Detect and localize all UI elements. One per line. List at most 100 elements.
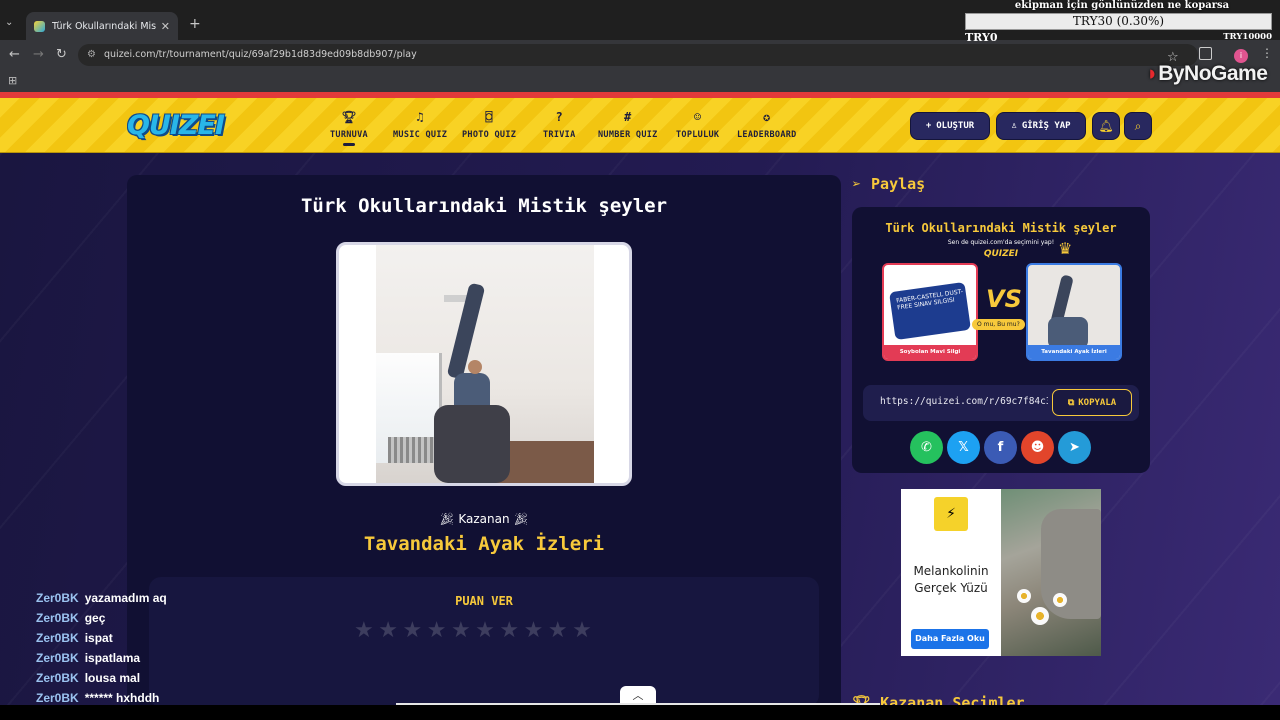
rating-stars: ★ ★ ★ ★ ★ ★ ★ ★ ★ ★	[354, 620, 592, 642]
eraser-image: FABER-CASTELL DUST-FREE SINAV SILGISI	[889, 281, 971, 341]
url-bar[interactable]: ⚙ quizei.com/tr/tournament/quiz/69af29b1…	[78, 44, 1198, 66]
nav-photo-quiz[interactable]: ⌼ PHOTO QUIZ	[462, 108, 516, 140]
back-icon[interactable]: ←	[9, 48, 20, 62]
winner-label-row: 🎉︎ Kazanan 🎉︎	[127, 512, 841, 526]
quiz-title: Türk Okullarındaki Mistik şeyler	[300, 195, 668, 217]
reddit-icon: ☻	[1030, 440, 1045, 455]
bynogame-mark-icon: ◗	[1146, 62, 1159, 85]
chat-message: ****** hxhddh	[84, 691, 160, 705]
share-heading: ➢ Paylaş	[852, 175, 925, 193]
nav-leaderboard[interactable]: ✪ LEADERBOARD	[737, 108, 797, 140]
chevron-up-icon: ︿	[632, 689, 644, 702]
star-icon[interactable]: ★	[427, 620, 447, 642]
party-icon: 🎉︎	[439, 512, 455, 526]
winner-name: Tavandaki Ayak İzleri	[363, 533, 605, 555]
preview-left-choice: FABER-CASTELL DUST-FREE SINAV SILGISI So…	[882, 263, 978, 361]
copy-button-label: KOPYALA	[1078, 397, 1117, 408]
chat-line: Zer0BK lousa mal	[36, 671, 236, 691]
person-head	[468, 360, 482, 374]
create-button[interactable]: + OLUŞTUR	[910, 112, 990, 140]
nav-active-indicator	[342, 143, 355, 146]
whatsapp-share-button[interactable]: ✆	[910, 431, 943, 464]
ad-image	[1001, 489, 1101, 656]
star-icon[interactable]: ★	[354, 620, 374, 642]
chat-line: Zer0BK geç	[36, 611, 236, 631]
daisy	[1017, 589, 1031, 603]
browser-menu-icon[interactable]: ⋮	[1261, 47, 1273, 59]
star-icon[interactable]: ★	[499, 620, 519, 642]
facebook-share-button[interactable]: f	[984, 431, 1017, 464]
ad-read-more-button[interactable]: Daha Fazla Oku	[911, 629, 989, 649]
nav-music-quiz[interactable]: ♫ MUSIC QUIZ	[393, 108, 447, 140]
browser-tab-active[interactable]: Türk Okullarındaki Mistik şeyler ✕	[26, 12, 178, 40]
reddit-share-button[interactable]: ☻	[1021, 431, 1054, 464]
whatsapp-icon: ✆	[921, 440, 932, 455]
question-icon: ?	[555, 110, 564, 124]
nav-trivia[interactable]: ? TRIVIA	[543, 108, 576, 140]
forward-icon[interactable]: →	[33, 48, 44, 62]
share-link-input[interactable]: https://quizei.com/r/69c7f84c3	[880, 396, 1048, 407]
star-icon[interactable]: ★	[572, 620, 592, 642]
camera-icon: ⌼	[485, 110, 493, 124]
or-label: O mu, Bu mu?	[972, 319, 1025, 330]
nav-number-quiz[interactable]: # NUMBER QUIZ	[598, 108, 658, 140]
new-tab-icon[interactable]: +	[189, 17, 201, 31]
profile-avatar[interactable]: i	[1234, 49, 1248, 63]
site-logo[interactable]: QUIZEI	[127, 110, 225, 141]
star-icon[interactable]: ★	[524, 620, 544, 642]
bynogame-logo: ◗ByNoGame	[1146, 62, 1268, 86]
nav-turnuva[interactable]: 🏆︎ TURNUVA	[330, 108, 368, 146]
star-icon[interactable]: ★	[378, 620, 398, 642]
rock	[1041, 509, 1101, 619]
search-button[interactable]: ⌕	[1124, 112, 1152, 140]
reload-icon[interactable]: ↻	[56, 48, 67, 62]
copy-button[interactable]: ⧉ KOPYALA	[1052, 389, 1132, 416]
tab-search-icon[interactable]: ⌄	[5, 17, 13, 28]
supporting-person	[434, 405, 510, 483]
nav-topluluk[interactable]: ☺ TOPLULUK	[676, 108, 719, 140]
ad-text: Melankolinin Gerçek Yüzü	[913, 564, 989, 595]
plus-icon: +	[925, 121, 932, 131]
bell-icon: 🔔︎	[1098, 119, 1114, 133]
stream-chat-overlay: Zer0BK yazamadım aq Zer0BK geç Zer0BK ispat…	[36, 591, 236, 711]
advertisement[interactable]: ⚡ Melankolinin Gerçek Yüzü Daha Fazla Ok…	[901, 489, 1101, 656]
login-button[interactable]: ♙ GİRİŞ YAP	[996, 112, 1086, 140]
right-caption: Tavandaki Ayak İzleri	[1028, 345, 1120, 359]
star-icon[interactable]: ★	[548, 620, 568, 642]
create-button-label: OLUŞTUR	[936, 121, 975, 131]
preview-logo: QUIZEI	[983, 249, 1019, 259]
star-icon[interactable]: ★	[475, 620, 495, 642]
donation-min: TRY0	[965, 31, 998, 44]
star-icon[interactable]: ★	[402, 620, 422, 642]
favicon-icon	[34, 20, 45, 32]
ad-app-icon: ⚡	[934, 497, 968, 531]
nav-label: NUMBER QUIZ	[598, 130, 658, 140]
url-text: quizei.com/tr/tournament/quiz/69af29b1d8…	[104, 49, 417, 60]
search-icon: ⌕	[1134, 118, 1142, 133]
users-icon: ☺	[693, 110, 702, 124]
login-button-label: GİRİŞ YAP	[1021, 121, 1071, 131]
music-icon: ♫	[416, 110, 424, 124]
apps-grid-icon[interactable]: ⊞	[8, 74, 17, 87]
copy-icon: ⧉	[1067, 397, 1075, 408]
chat-line: Zer0BK ispat	[36, 631, 236, 651]
donation-goal-overlay: ekipman için gönlünüzden ne koparsa TRY3…	[964, 0, 1280, 44]
star-icon[interactable]: ★	[451, 620, 471, 642]
chat-message: ispat	[84, 631, 113, 645]
nav-label: TURNUVA	[330, 130, 368, 140]
extensions-icon[interactable]	[1199, 47, 1212, 60]
hash-icon: #	[624, 110, 632, 124]
preview-title: Türk Okullarındaki Mistik şeyler	[885, 221, 1117, 235]
telegram-share-button[interactable]: ➤	[1058, 431, 1091, 464]
site-info-icon[interactable]: ⚙	[87, 49, 96, 60]
notifications-button[interactable]: 🔔︎	[1092, 112, 1120, 140]
send-icon: ➢	[852, 175, 862, 193]
chat-user: Zer0BK	[36, 631, 79, 645]
nav-label: MUSIC QUIZ	[393, 130, 448, 140]
daisy	[1053, 593, 1067, 607]
chat-user: Zer0BK	[36, 651, 79, 665]
x-share-button[interactable]: 𝕏	[947, 431, 980, 464]
winner-label: Kazanan	[458, 512, 510, 526]
close-tab-icon[interactable]: ✕	[161, 20, 170, 33]
site-header: QUIZEI 🏆︎ TURNUVA ♫ MUSIC QUIZ ⌼ PHOTO Q…	[0, 98, 1280, 153]
